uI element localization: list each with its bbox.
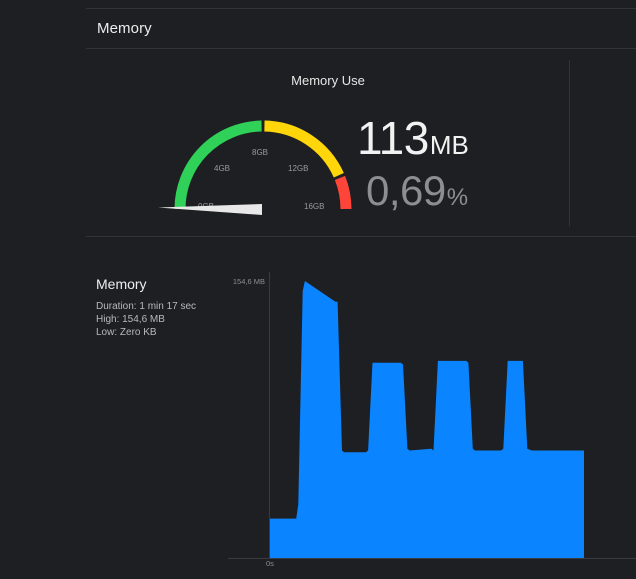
memory-graph[interactable]: 154,6 MB 0s xyxy=(0,0,636,579)
graph-x-tick-label: 0s xyxy=(266,559,274,568)
graph-y-tick-label: 154,6 MB xyxy=(233,277,265,286)
memory-page: Memory Memory Use 0GB 4GB 8GB 12GB 16GB … xyxy=(0,0,636,579)
memory-usage-area xyxy=(270,281,584,558)
